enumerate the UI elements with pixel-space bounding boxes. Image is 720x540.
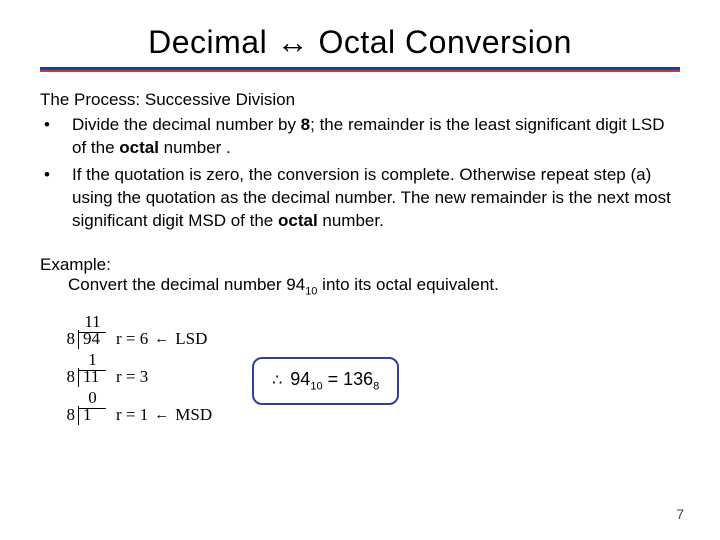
text-fragment: number . [159, 138, 231, 157]
arrow-left-icon: ← [154, 407, 169, 424]
text-bold: 8 [301, 115, 310, 134]
text-fragment: = [323, 369, 344, 389]
text-fragment: into its octal equivalent. [317, 275, 498, 294]
remainder: r = 3 [116, 368, 148, 387]
therefore-symbol: ∴ [272, 370, 282, 390]
divisor: 8 [60, 368, 78, 387]
bullet-dot: • [40, 164, 54, 233]
quotient: 11 [79, 313, 106, 333]
remainder-tag: LSD [175, 330, 207, 349]
process-heading: The Process: Successive Division [40, 90, 680, 110]
result-box: ∴ 9410 = 1368 [252, 357, 399, 405]
division-step: 8 1 11 r = 3 [60, 349, 212, 387]
remainder-value: r = 3 [116, 368, 148, 387]
text-fragment: 136 [343, 369, 373, 389]
bullet-item: • If the quotation is zero, the conversi… [40, 164, 680, 233]
quotient: 0 [79, 389, 106, 409]
title-underline [40, 67, 680, 72]
division-step: 8 0 1 r = 1 ← MSD [60, 387, 212, 425]
work-area: 8 11 94 r = 6 ← LSD 8 1 11 r = 3 8 [40, 311, 680, 425]
division-box: 11 94 [78, 330, 106, 349]
subscript: 8 [373, 381, 379, 393]
quotient: 1 [79, 351, 106, 371]
page-title: Decimal ↔ Octal Conversion [40, 24, 680, 61]
bullet-text: If the quotation is zero, the conversion… [72, 164, 680, 233]
remainder: r = 6 ← LSD [116, 330, 207, 349]
division-step: 8 11 94 r = 6 ← LSD [60, 311, 212, 349]
text-fragment: Convert the decimal number 94 [68, 275, 305, 294]
text-bold: octal [278, 211, 318, 230]
remainder-value: r = 1 [116, 406, 148, 425]
process-bullets: • Divide the decimal number by 8; the re… [40, 114, 680, 233]
divisor: 8 [60, 330, 78, 349]
text-fragment: 94 [290, 369, 310, 389]
example-label: Example: [40, 255, 680, 275]
example-question: Convert the decimal number 9410 into its… [40, 275, 680, 297]
subscript: 10 [310, 381, 322, 393]
remainder: r = 1 ← MSD [116, 406, 212, 425]
remainder-value: r = 6 [116, 330, 148, 349]
division-box: 1 11 [78, 368, 106, 387]
arrow-left-icon: ← [154, 331, 169, 348]
text-bold: octal [119, 138, 159, 157]
bullet-text: Divide the decimal number by 8; the rema… [72, 114, 680, 160]
remainder-tag: MSD [175, 406, 212, 425]
example-block: Example: Convert the decimal number 9410… [40, 255, 680, 297]
text-fragment: Divide the decimal number by [72, 115, 301, 134]
long-division-column: 8 11 94 r = 6 ← LSD 8 1 11 r = 3 8 [40, 311, 212, 425]
subscript: 10 [305, 285, 317, 297]
divisor: 8 [60, 406, 78, 425]
text-fragment: number. [318, 211, 384, 230]
result-expression: 9410 = 1368 [290, 369, 379, 393]
division-box: 0 1 [78, 406, 106, 425]
page-number: 7 [676, 506, 684, 522]
bullet-dot: • [40, 114, 54, 160]
bullet-item: • Divide the decimal number by 8; the re… [40, 114, 680, 160]
